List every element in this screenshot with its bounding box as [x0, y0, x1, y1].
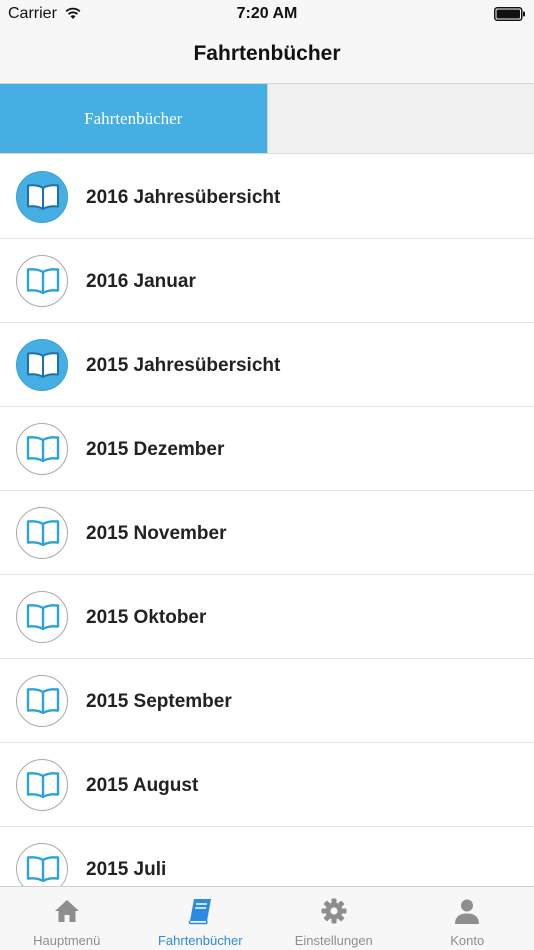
list-item[interactable]: 2015 November [0, 491, 534, 575]
open-book-icon [16, 255, 68, 307]
home-icon [54, 900, 79, 922]
tab-label: Hauptmenü [33, 933, 101, 948]
list-item-label: 2015 Dezember [86, 439, 225, 460]
open-book-icon [16, 759, 68, 811]
open-book-icon [16, 339, 68, 391]
open-book-icon [16, 843, 68, 886]
list-item[interactable]: 2015 Juli [0, 827, 534, 886]
tab-einstellungen[interactable]: Einstellungen [267, 887, 401, 950]
page-title: Fahrtenbücher [193, 42, 341, 65]
list-item-label: 2015 Jahresübersicht [86, 355, 281, 376]
battery-icon [494, 7, 525, 21]
list-item-label: 2015 September [86, 691, 232, 712]
status-bar: Carrier 7:20 AM [0, 0, 534, 28]
segment-label: Fahrtenbücher [84, 108, 183, 128]
list-item-label: 2015 November [86, 523, 227, 544]
open-book-icon [16, 171, 68, 223]
tab-hauptmenue[interactable]: Hauptmenü [0, 887, 134, 950]
tab-label: Fahrtenbücher [157, 933, 243, 948]
list-item-label: 2016 Januar [86, 271, 196, 292]
person-icon [455, 899, 480, 924]
open-book-icon [16, 423, 68, 475]
book-icon [188, 899, 212, 925]
list-item[interactable]: 2015 Jahresübersicht [0, 323, 534, 407]
gear-icon [321, 898, 347, 924]
navigation-bar: Fahrtenbücher [0, 28, 534, 84]
tab-fahrtenbuecher[interactable]: Fahrtenbücher [134, 887, 268, 950]
tab-konto[interactable]: Konto [401, 887, 534, 950]
segment-secondary[interactable] [266, 84, 534, 153]
status-time: 7:20 AM [236, 5, 298, 22]
list-item[interactable]: 2015 Dezember [0, 407, 534, 491]
list-item[interactable]: 2016 Januar [0, 239, 534, 323]
open-book-icon [16, 507, 68, 559]
tab-bar: Hauptmenü Fahrtenbücher Einstellungen Ko… [0, 886, 534, 950]
list-item-label: 2015 Oktober [86, 607, 207, 628]
tab-label: Einstellungen [294, 933, 373, 948]
list-item[interactable]: 2015 August [0, 743, 534, 827]
list-item[interactable]: 2015 Oktober [0, 575, 534, 659]
tab-label: Konto [450, 933, 485, 948]
list-item-label: 2016 Jahresübersicht [86, 187, 281, 208]
open-book-icon [16, 675, 68, 727]
segment-control: Fahrtenbücher [0, 84, 534, 154]
open-book-icon [16, 591, 68, 643]
list-item-label: 2015 Juli [86, 859, 167, 880]
list-item-label: 2015 August [86, 775, 199, 796]
list-item[interactable]: 2015 September [0, 659, 534, 743]
list-item[interactable]: 2016 Jahresübersicht [0, 155, 534, 239]
logbook-list: 2016 Jahresübersicht 2016 Januar 2015 Ja… [0, 155, 534, 886]
segment-fahrtenbuecher[interactable]: Fahrtenbücher [0, 84, 267, 153]
